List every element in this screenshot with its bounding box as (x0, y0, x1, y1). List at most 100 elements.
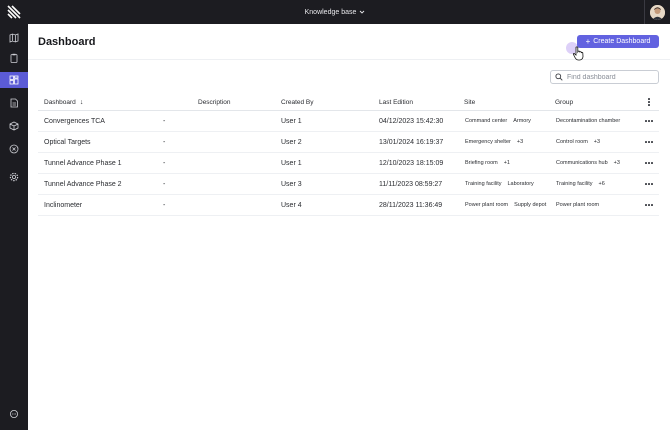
site-tags: Emergency shelter +3 (465, 132, 523, 152)
site-more-count[interactable]: +1 (504, 160, 510, 166)
last-edition: 11/11/2023 08:59:27 (379, 180, 443, 188)
row-actions-button[interactable] (644, 195, 654, 215)
workspace-dropdown[interactable]: Knowledge base (0, 0, 670, 24)
table-row[interactable]: Tunnel Advance Phase 1 - User 1 12/10/20… (38, 153, 659, 174)
site-tags: Power plant room Supply depot (465, 195, 546, 215)
site-tag: Training facility (465, 181, 502, 187)
site-tags: Command center Armory (465, 111, 531, 131)
site-tag: Power plant room (465, 202, 509, 208)
column-header-dashboard[interactable]: Dashboard ↓ (44, 94, 83, 110)
group-tags: Training facility +6 (556, 174, 605, 194)
more-horizontal-icon (645, 120, 653, 122)
sidebar-item-settings[interactable] (0, 169, 28, 185)
group-more-count[interactable]: +6 (598, 181, 604, 187)
search-input[interactable] (567, 73, 657, 81)
group-tags: Decontamination chamber (556, 111, 620, 131)
site-tags: Briefing room +1 (465, 153, 510, 173)
site-tag: Command center (465, 118, 508, 124)
site-more-count[interactable]: +3 (517, 139, 523, 145)
group-tags: Power plant room (556, 195, 599, 215)
created-by: User 1 (281, 117, 302, 125)
row-actions-button[interactable] (644, 111, 654, 131)
sidebar-item-chat[interactable] (0, 406, 28, 422)
chat-icon (10, 410, 18, 418)
site-tag: Emergency shelter (465, 139, 511, 145)
clipboard-icon (10, 53, 18, 63)
document-icon (10, 98, 18, 108)
dashboard-description: - (163, 117, 166, 125)
sidebar-item-cube[interactable] (0, 118, 28, 134)
vertical-dots-icon (648, 98, 650, 106)
dashboards-table: Dashboard ↓ Description Created By Last … (38, 94, 659, 216)
dashboard-description: - (163, 180, 166, 188)
main-content: Dashboard + Create Dashboard Dashboard ↓… (28, 24, 670, 430)
create-dashboard-label: Create Dashboard (593, 38, 651, 45)
group-tag: Training facility (556, 181, 593, 187)
column-options-button[interactable] (644, 94, 654, 110)
more-horizontal-icon (645, 141, 653, 143)
last-edition: 12/10/2023 18:15:09 (379, 159, 444, 167)
search-box[interactable] (550, 70, 659, 84)
column-header-site[interactable]: Site (464, 94, 475, 110)
create-dashboard-button[interactable]: + Create Dashboard (577, 35, 659, 48)
group-tag: Power plant room (556, 202, 600, 208)
dashboard-description: - (163, 201, 166, 209)
search-icon (555, 73, 563, 81)
created-by: User 4 (281, 201, 302, 209)
dashboard-name[interactable]: Optical Targets (44, 132, 91, 152)
column-header-last-edition[interactable]: Last Edition (379, 94, 413, 110)
sort-arrow-down-icon[interactable]: ↓ (80, 99, 84, 106)
row-actions-button[interactable] (644, 153, 654, 173)
more-horizontal-icon (645, 204, 653, 206)
created-by: User 3 (281, 180, 302, 188)
sidebar (0, 24, 28, 430)
group-tags: Communications hub +3 (556, 153, 620, 173)
dashboard-name[interactable]: Tunnel Advance Phase 1 (44, 153, 122, 173)
column-header-created-by[interactable]: Created By (281, 94, 314, 110)
site-tags: Training facility Laboratory (465, 174, 534, 194)
column-header-description[interactable]: Description (198, 94, 231, 110)
sidebar-item-target[interactable] (0, 141, 28, 157)
site-tag: Laboratory (507, 181, 534, 187)
dashboard-name[interactable]: Convergences TCA (44, 111, 105, 131)
table-row[interactable]: Convergences TCA - User 1 04/12/2023 15:… (38, 111, 659, 132)
sidebar-item-map[interactable] (0, 30, 28, 46)
sidebar-item-dashboard[interactable] (0, 72, 28, 88)
site-tag: Briefing room (465, 160, 498, 166)
user-menu[interactable] (644, 0, 670, 24)
more-horizontal-icon (645, 162, 653, 164)
created-by: User 1 (281, 159, 302, 167)
sidebar-item-clipboard[interactable] (0, 50, 28, 66)
table-header: Dashboard ↓ Description Created By Last … (38, 94, 659, 111)
row-actions-button[interactable] (644, 174, 654, 194)
plus-icon: + (585, 36, 591, 46)
last-edition: 04/12/2023 15:42:30 (379, 117, 444, 125)
avatar[interactable] (650, 4, 665, 20)
more-horizontal-icon (645, 183, 653, 185)
table-row[interactable]: Tunnel Advance Phase 2 - User 3 11/11/20… (38, 174, 659, 195)
chevron-down-icon (360, 10, 365, 14)
dashboard-description: - (163, 138, 166, 146)
dashboard-name[interactable]: Inclinometer (44, 195, 82, 215)
row-actions-button[interactable] (644, 132, 654, 152)
group-more-count[interactable]: +3 (614, 160, 620, 166)
last-edition: 13/01/2024 16:19:37 (379, 138, 444, 146)
group-tag: Decontamination chamber (556, 118, 621, 124)
target-icon (9, 144, 19, 154)
site-tag: Armory (513, 118, 531, 124)
hand-pointer-cursor-icon (572, 46, 584, 61)
top-bar: Knowledge base (0, 0, 670, 24)
sidebar-item-document[interactable] (0, 95, 28, 111)
created-by: User 2 (281, 138, 302, 146)
site-tag: Supply depot (514, 202, 547, 208)
column-header-group[interactable]: Group (555, 94, 573, 110)
group-tags: Control room +3 (556, 132, 600, 152)
table-row[interactable]: Inclinometer - User 4 28/11/2023 11:36:4… (38, 195, 659, 216)
table-row[interactable]: Optical Targets - User 2 13/01/2024 16:1… (38, 132, 659, 153)
settings-icon (9, 172, 19, 182)
group-more-count[interactable]: +3 (594, 139, 600, 145)
dashboard-description: - (163, 159, 166, 167)
dashboard-name[interactable]: Tunnel Advance Phase 2 (44, 174, 122, 194)
map-icon (9, 33, 19, 43)
last-edition: 28/11/2023 11:36:49 (379, 201, 443, 209)
